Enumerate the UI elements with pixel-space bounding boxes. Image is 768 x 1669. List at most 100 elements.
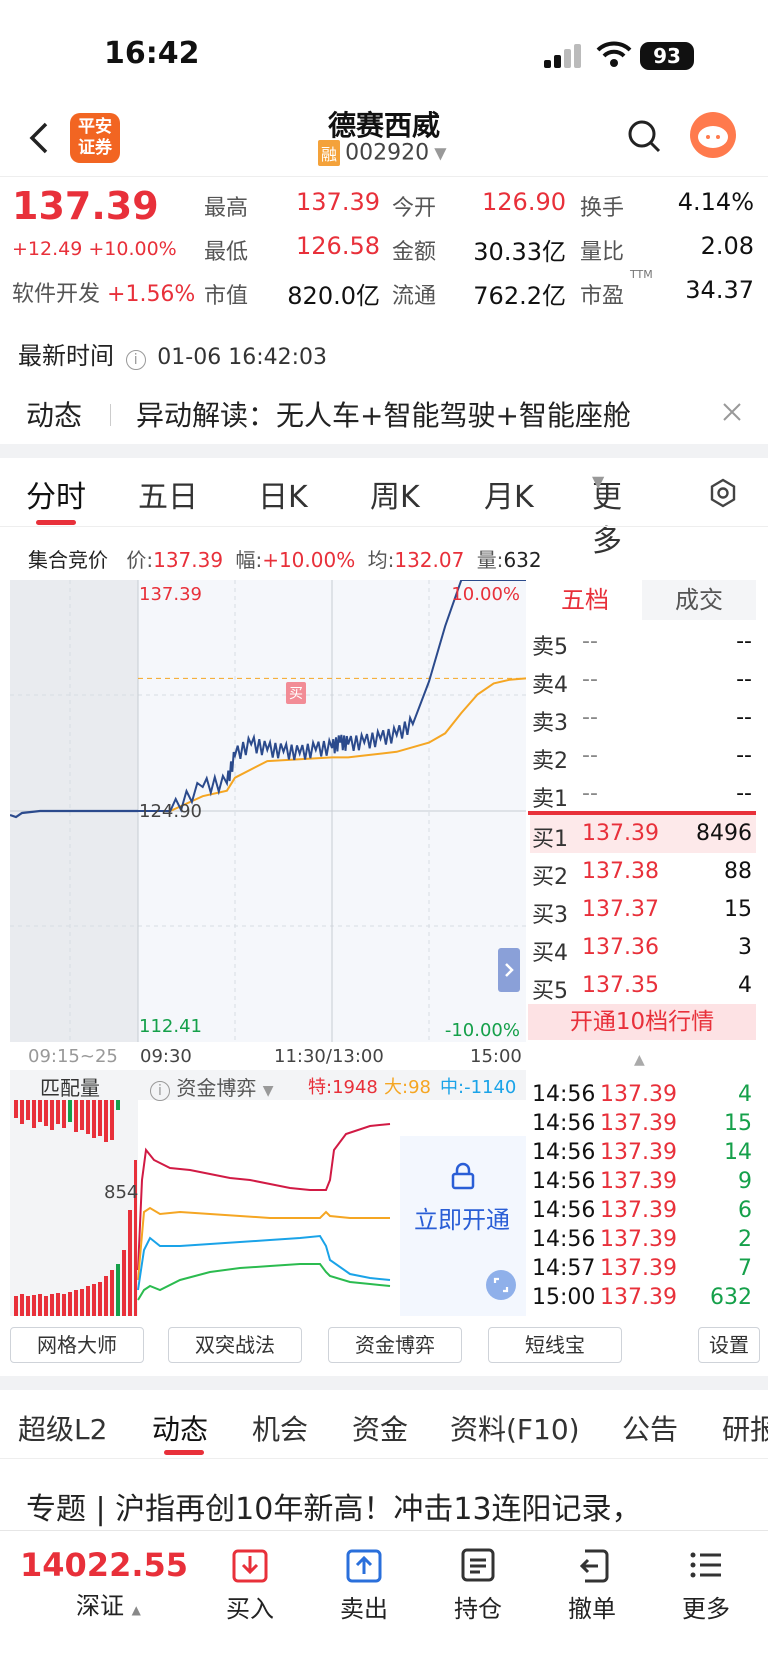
tool-double-breakout[interactable]: 双突战法: [168, 1327, 302, 1363]
large-flow-line: [137, 1206, 390, 1281]
tab-five-day[interactable]: 五日: [138, 472, 198, 516]
tab-monthly-k[interactable]: 月K: [484, 472, 534, 516]
buy-marker[interactable]: 买: [286, 682, 306, 704]
tab-weekly-k[interactable]: 周K: [370, 472, 420, 516]
pct-label-top: 10.00%: [451, 584, 520, 605]
fund-game-chart: 854 立即开通: [10, 1100, 526, 1316]
trade-price: 137.39: [600, 1285, 677, 1310]
sector-change: +1.56%: [107, 282, 196, 307]
tab-fund-game[interactable]: i 资金博弈 ▼: [150, 1072, 274, 1101]
tool-grid-master[interactable]: 网格大师: [10, 1327, 144, 1363]
tab-f10[interactable]: 资料(F10): [450, 1408, 580, 1448]
value-market-cap: 820.0亿: [287, 282, 380, 310]
trade-volume: 14: [724, 1140, 752, 1165]
tab-opportunity[interactable]: 机会: [252, 1408, 308, 1448]
cancel-order-button[interactable]: 撤单: [542, 1545, 642, 1624]
holdings-button[interactable]: 持仓: [428, 1545, 528, 1624]
buy-button[interactable]: 买入: [200, 1545, 300, 1624]
tab-intraday[interactable]: 分时: [26, 472, 86, 516]
sell-row-5: 卖5 -- --: [530, 623, 756, 661]
tool-settings[interactable]: 设置: [698, 1327, 760, 1363]
update-time-row: 最新时间 i 01-06 16:42:03: [18, 336, 327, 371]
sell-row-qty: --: [736, 781, 752, 806]
buy-row-price: 137.38: [582, 859, 659, 884]
holdings-label: 持仓: [454, 1595, 502, 1623]
upgrade-10-level-button[interactable]: 开通10档行情: [528, 1004, 756, 1040]
sell-button[interactable]: 卖出: [314, 1545, 414, 1624]
logo-text-1: 平安: [78, 117, 112, 137]
special-flow: 特:1948: [308, 1073, 378, 1099]
broker-logo[interactable]: 平安 证券: [70, 113, 120, 163]
stock-header: 平安 证券 德赛西威 融 002920 ▼: [0, 100, 768, 178]
tool-short-line[interactable]: 短线宝: [488, 1327, 622, 1363]
holdings-icon: [461, 1548, 495, 1582]
index-value: 14022.55: [20, 1546, 189, 1584]
value-open: 126.90: [482, 188, 566, 216]
value-amount: 30.33亿: [473, 238, 566, 266]
sell-row-label: 卖3: [532, 711, 568, 736]
assistant-avatar-icon[interactable]: [690, 112, 736, 158]
x-tick-open: 09:30: [140, 1046, 192, 1067]
tab-match-volume[interactable]: 匹配量: [40, 1072, 100, 1101]
close-icon[interactable]: [722, 402, 742, 422]
stock-code: 002920: [345, 140, 430, 166]
search-icon[interactable]: [626, 118, 662, 154]
label-amount: 金额: [392, 240, 437, 265]
buy-row-qty: 88: [724, 859, 752, 884]
buy-row-price: 137.36: [582, 935, 659, 960]
intraday-chart[interactable]: 137.39 124.90 112.41 10.00% -10.00% 买: [9, 579, 527, 1042]
tab-trades[interactable]: 成交: [642, 580, 756, 620]
settings-icon[interactable]: [708, 478, 738, 508]
index-ticker[interactable]: 14022.55 深证 ▲: [20, 1546, 189, 1621]
buy-row-price: 137.35: [582, 973, 659, 998]
news-ticker[interactable]: 动态 异动解读：无人车+智能驾驶+智能座舱: [0, 384, 768, 444]
tab-daily-k[interactable]: 日K: [258, 472, 308, 516]
status-bar: 16:42 93: [0, 0, 768, 110]
wifi-icon: [596, 40, 632, 68]
tool-fund-game[interactable]: 资金博弈: [328, 1327, 462, 1363]
more-label: 更多: [682, 1595, 730, 1623]
unlock-button[interactable]: 立即开通: [414, 1200, 510, 1235]
index-name-label: 深证: [76, 1592, 124, 1620]
buy-row-price: 137.37: [582, 897, 659, 922]
chevron-down-icon: ▼: [434, 143, 447, 163]
tab-funds[interactable]: 资金: [352, 1408, 408, 1448]
info-icon: i: [150, 1081, 170, 1101]
sector-name: 软件开发: [12, 282, 101, 307]
sector-link[interactable]: 软件开发 +1.56%: [12, 276, 195, 308]
tab-research[interactable]: 研报: [722, 1408, 768, 1448]
tab-active-indicator: [36, 520, 76, 525]
trade-time: 14:56: [532, 1198, 596, 1223]
tab-announcements[interactable]: 公告: [622, 1408, 678, 1448]
sell-label: 卖出: [340, 1595, 388, 1623]
battery-icon: 93: [640, 42, 694, 70]
tab-five-level[interactable]: 五档: [528, 580, 642, 620]
trade-row: 14:56 137.39 4: [532, 1082, 756, 1111]
status-time: 16:42: [104, 36, 200, 71]
sell-icon: [346, 1549, 382, 1583]
x-tick-preopen: 09:15~25: [28, 1046, 118, 1067]
info-icon[interactable]: i: [125, 350, 146, 370]
auction-vol: 632: [503, 548, 542, 572]
auction-price-label: 价:: [126, 548, 154, 572]
pct-label-bottom: -10.00%: [444, 1020, 520, 1041]
more-button[interactable]: 更多: [656, 1545, 756, 1624]
chevron-right-icon[interactable]: [498, 948, 520, 992]
stock-code-selector[interactable]: 融 002920 ▼: [318, 140, 447, 170]
expand-icon[interactable]: [486, 1270, 516, 1300]
news-headline[interactable]: 专题 | 沪指再创10年新高！冲击13连阳记录，: [26, 1484, 756, 1528]
chevron-up-icon[interactable]: ▲: [634, 1052, 645, 1068]
special-label: 特:: [308, 1077, 333, 1098]
trade-price: 137.39: [600, 1198, 677, 1223]
sell-row-1: 卖1 -- --: [530, 775, 756, 813]
sell-row-price: --: [582, 705, 598, 730]
tab-super-l2[interactable]: 超级L2: [18, 1408, 107, 1448]
buy-row-2: 买2 137.38 88: [530, 853, 756, 891]
tab-news[interactable]: 动态: [152, 1408, 208, 1448]
sell-row-qty: --: [736, 705, 752, 730]
back-icon[interactable]: [24, 118, 54, 158]
news-tag: 动态: [26, 399, 83, 432]
menu-icon: [690, 1552, 721, 1578]
auction-price: 137.39: [153, 548, 224, 572]
fund-game-label: 资金博弈: [176, 1076, 257, 1100]
